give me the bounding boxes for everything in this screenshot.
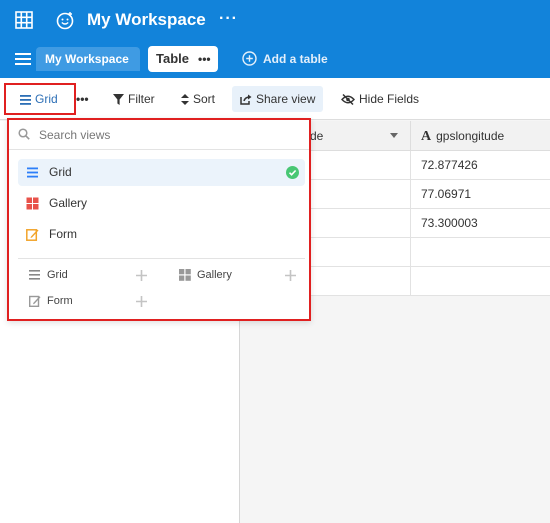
view-switcher-button[interactable]: Grid [4,83,76,115]
form-view-icon [29,295,41,307]
add-table-label: Add a table [263,52,328,66]
plus-icon[interactable] [136,296,147,307]
top-header: My Workspace ··· My Workspace Table ••• … [0,0,550,78]
create-form-view[interactable]: Form [29,292,73,310]
tab-my-workspace[interactable]: My Workspace [36,47,140,71]
view-item-label: Grid [49,165,72,179]
create-view-label: Grid [47,269,68,281]
view-switcher-label: Grid [35,92,58,106]
views-dropdown: Grid Gallery Form Grid [7,118,311,321]
plus-circle-icon [242,51,257,66]
search-icon [18,128,30,140]
workspace-title[interactable]: My Workspace [87,9,206,31]
tab-table-label: Table [156,51,189,66]
column-header-gpslongitude[interactable]: Agpslongitude [411,121,550,151]
table-cell[interactable] [411,238,550,267]
create-view-label: Gallery [197,269,232,281]
view-item-form[interactable]: Form [18,221,305,248]
grid-view-icon [20,95,31,105]
eye-slash-icon [341,93,355,106]
check-circle-icon [286,166,299,179]
divider [18,258,305,259]
share-view-button[interactable]: Share view [232,86,323,112]
filter-icon [113,94,124,105]
view-more-button[interactable]: ••• [76,86,89,112]
table-cell[interactable]: 72.877426 [411,151,550,180]
table-cell[interactable] [411,267,550,296]
form-view-icon [26,229,39,241]
sort-label: Sort [193,92,216,106]
view-search [9,120,309,150]
hamburger-icon[interactable] [15,52,31,66]
search-views-input[interactable] [39,124,289,146]
table-cell[interactable]: 73.300003 [411,209,550,238]
gallery-view-icon [26,197,39,210]
create-grid-view[interactable]: Grid [29,266,68,284]
table-cell[interactable]: 77.06971 [411,180,550,209]
view-item-label: Gallery [49,196,88,210]
workspace-more-button[interactable]: ··· [219,10,238,28]
tab-table[interactable]: Table ••• [148,46,218,72]
sort-icon [181,94,189,105]
filter-label: Filter [128,92,155,106]
create-gallery-view[interactable]: Gallery [179,266,232,284]
create-view-label: Form [47,295,73,307]
plus-icon[interactable] [136,270,147,281]
view-item-label: Form [49,227,77,241]
view-toolbar: Grid ••• Filter Sort Share view Hide Fie… [0,78,550,120]
view-item-gallery[interactable]: Gallery [18,190,305,217]
chevron-down-icon[interactable] [390,133,398,138]
filter-button[interactable]: Filter [113,86,155,112]
share-icon [240,94,252,105]
text-field-icon: A [421,129,432,144]
hide-fields-button[interactable]: Hide Fields [341,86,419,112]
view-item-grid[interactable]: Grid [18,159,305,186]
tab-table-more-button[interactable]: ••• [198,46,211,72]
sort-button[interactable]: Sort [181,86,215,112]
share-view-label: Share view [256,92,316,106]
add-table-button[interactable]: Add a table [242,50,328,68]
hide-fields-label: Hide Fields [359,92,420,106]
column-header-label: de [310,129,324,143]
gallery-view-icon [179,269,191,281]
smiley-icon[interactable] [55,10,75,30]
column-header-label: gpslongitude [436,129,505,143]
grid-icon[interactable] [15,11,33,29]
grid-view-icon [27,167,38,178]
plus-icon[interactable] [285,270,296,281]
grid-view-icon [29,270,40,280]
